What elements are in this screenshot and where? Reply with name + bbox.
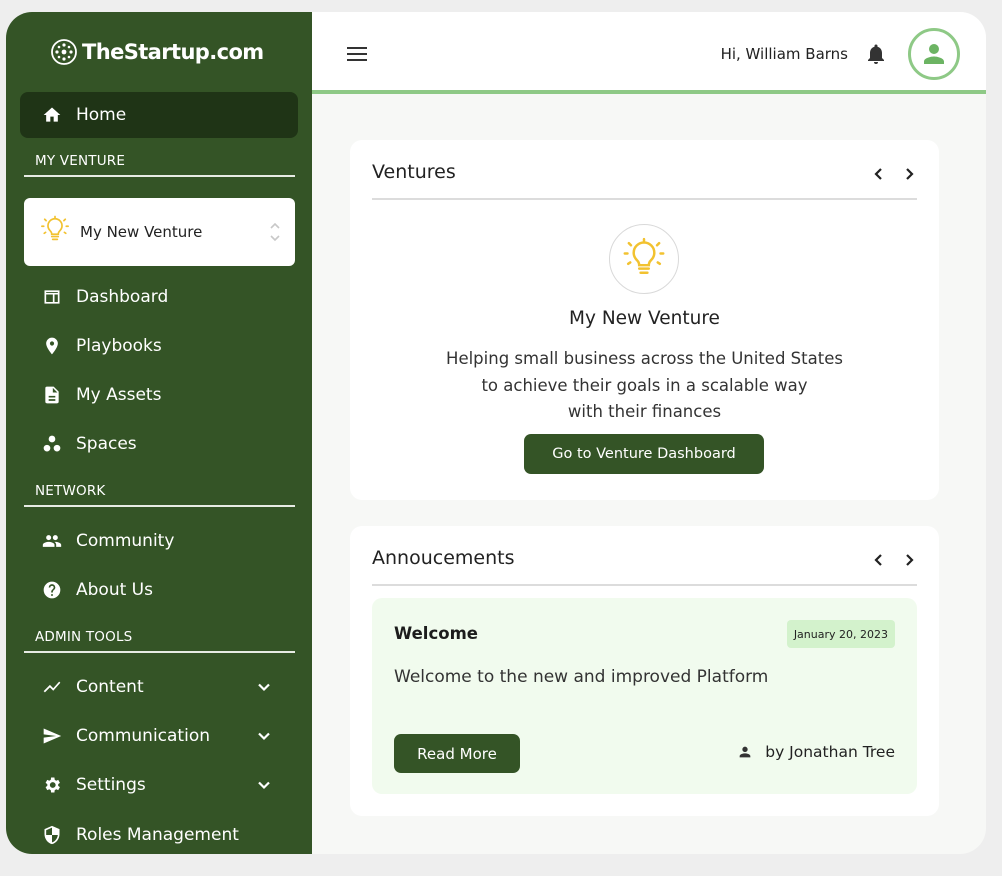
gear-icon [42,775,62,795]
go-to-venture-dashboard-button[interactable]: Go to Venture Dashboard [524,434,764,474]
carousel-controls [871,166,917,182]
user-icon [924,44,944,64]
divider [372,584,917,586]
venture-description-line: Helping small business across the United… [446,349,843,368]
chevron-right-icon[interactable] [901,166,917,182]
spaces-icon [42,434,62,454]
announcement-item: Welcome January 20, 2023 Welcome to the … [372,598,917,794]
chevron-right-icon[interactable] [901,552,917,568]
chevron-left-icon[interactable] [871,552,887,568]
logo-icon [51,39,77,65]
sidebar-item-label: Playbooks [76,336,162,356]
sidebar-item-label: Communication [76,726,210,746]
card-title: Ventures [372,161,456,183]
carousel-controls [871,552,917,568]
sidebar-item-settings[interactable]: Settings [20,762,298,808]
venture-name: My New Venture [569,308,720,329]
card-title: Annoucements [372,547,515,569]
shield-icon [42,825,62,845]
help-icon [42,580,62,600]
section-heading-admin-tools: ADMIN TOOLS [35,629,133,645]
divider [24,175,295,177]
sidebar-item-label: About Us [76,580,153,600]
sidebar-item-communication[interactable]: Communication [20,713,298,759]
venture-selector[interactable]: My New Venture [24,198,295,266]
announcement-author: by Jonathan Tree [737,743,895,761]
sidebar-item-label: Roles Management [76,825,239,845]
sidebar-item-home[interactable]: Home [20,92,298,138]
sidebar-item-label: Community [76,531,175,551]
bell-icon[interactable] [864,42,888,66]
venture-description: Helping small business across the United… [410,346,879,426]
ventures-card: Ventures My New Venture Helping small bu… [350,140,939,500]
sidebar-item-label: Dashboard [76,287,169,307]
divider [24,505,295,507]
chevron-down-icon[interactable] [254,775,274,795]
sidebar-item-community[interactable]: Community [20,518,298,564]
brand-name: TheStartup.com [82,40,264,64]
sidebar-item-my-assets[interactable]: My Assets [20,372,298,418]
document-icon [42,385,62,405]
brand-logo[interactable]: TheStartup.com [50,38,264,66]
map-pin-icon [42,336,62,356]
date-badge: January 20, 2023 [786,620,895,648]
author-name: by Jonathan Tree [765,743,895,761]
lightbulb-icon [623,237,665,274]
sidebar-item-label: Home [76,105,127,125]
venture-description-line: with their finances [567,402,722,421]
dashboard-icon [42,287,62,307]
up-down-chevron-icon [269,220,281,244]
venture-avatar [609,224,679,294]
menu-icon[interactable] [346,45,368,63]
sidebar-item-content[interactable]: Content [20,664,298,710]
sidebar-item-label: My Assets [76,385,162,405]
sidebar-item-roles-management[interactable]: Roles Management [20,812,298,854]
user-greeting: Hi, William Barns [720,45,848,63]
sidebar-item-about-us[interactable]: About Us [20,567,298,613]
chevron-left-icon[interactable] [871,166,887,182]
venture-selector-value: My New Venture [80,223,203,241]
venture-description-line: to achieve their goals in a scalable way [481,375,808,395]
sidebar-item-label: Content [76,677,144,697]
chevron-down-icon[interactable] [254,726,274,746]
home-icon [42,105,62,125]
announcements-card: Annoucements Welcome January 20, 2023 We… [350,526,939,816]
divider [372,198,917,200]
divider [24,651,295,653]
top-bar: Hi, William Barns [312,12,986,94]
app-window: TheStartup.com Home MY VENTURE My New Ve… [6,12,986,854]
announcement-title: Welcome [394,624,478,643]
person-icon [739,746,751,758]
people-icon [42,531,62,551]
chevron-down-icon[interactable] [254,677,274,697]
announcement-body: Welcome to the new and improved Platform [394,667,769,687]
sidebar-item-dashboard[interactable]: Dashboard [20,274,298,320]
read-more-button[interactable]: Read More [394,734,520,773]
sidebar-item-playbooks[interactable]: Playbooks [20,323,298,369]
section-heading-my-venture: MY VENTURE [35,153,126,169]
section-heading-network: NETWORK [35,483,106,499]
sidebar-item-spaces[interactable]: Spaces [20,421,298,467]
sidebar-item-label: Settings [76,775,146,795]
sidebar: TheStartup.com Home MY VENTURE My New Ve… [6,12,312,854]
avatar[interactable] [908,28,960,80]
sidebar-item-label: Spaces [76,434,137,454]
trend-icon [42,677,62,697]
send-icon [42,726,62,746]
lightbulb-icon [40,215,70,249]
